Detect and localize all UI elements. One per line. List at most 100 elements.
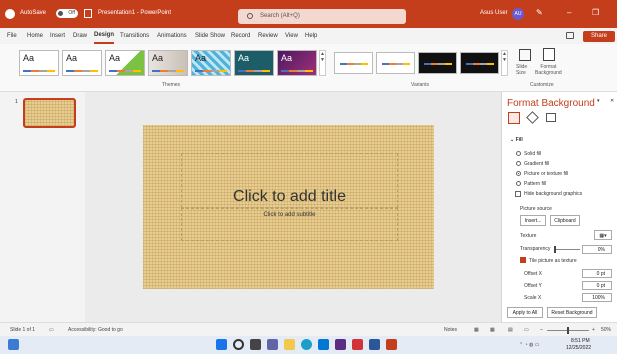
variants-more-button[interactable]: ▲ ▼ (501, 50, 508, 76)
pattern-fill-label[interactable]: Pattern fill (524, 181, 546, 187)
tab-home[interactable]: Home (27, 28, 43, 44)
tab-record[interactable]: Record (231, 28, 250, 44)
fill-section-header[interactable]: ⌄ Fill (510, 137, 523, 143)
search-input[interactable]: Search (Alt+Q) (238, 9, 406, 24)
reading-view-icon[interactable]: ▤ (508, 323, 513, 337)
clock-time[interactable]: 8:51 PM (571, 338, 590, 344)
offset-x-input[interactable]: 0 pt (582, 269, 612, 278)
slide-size-button[interactable]: Slide Size (516, 64, 527, 76)
title-placeholder[interactable]: Click to add title (181, 153, 398, 208)
picture-texture-fill-label[interactable]: Picture or texture fill (524, 171, 568, 177)
store-icon[interactable] (318, 339, 329, 350)
spellcheck-icon[interactable]: ▭ (49, 323, 54, 337)
zoom-in-button[interactable]: + (592, 323, 595, 337)
tab-insert[interactable]: Insert (50, 28, 65, 44)
offset-y-input[interactable]: 0 pt (582, 281, 612, 290)
share-button[interactable]: Share (583, 31, 615, 42)
solid-fill-radio[interactable] (516, 151, 521, 156)
gradient-fill-label[interactable]: Gradient fill (524, 161, 549, 167)
tab-view[interactable]: View (285, 28, 298, 44)
notes-button[interactable]: Notes (444, 323, 457, 337)
transparency-slider-thumb[interactable] (554, 246, 556, 253)
scale-x-input[interactable]: 100% (582, 293, 612, 302)
pane-title: Format Background (507, 98, 595, 109)
tab-design[interactable]: Design (94, 29, 115, 44)
subtitle-placeholder[interactable]: Click to add subtitle (181, 208, 398, 241)
comments-icon[interactable] (566, 32, 574, 39)
restore-icon[interactable]: ❐ (592, 8, 599, 17)
task-view-icon[interactable] (250, 339, 261, 350)
slideshow-icon[interactable]: ▭ (524, 323, 529, 337)
insert-picture-button[interactable]: Insert... (520, 215, 546, 226)
zoom-slider-thumb[interactable] (567, 327, 569, 334)
avatar[interactable]: AU (512, 8, 524, 20)
zoom-level[interactable]: 50% (601, 323, 611, 337)
tab-review[interactable]: Review (258, 28, 278, 44)
file-explorer-icon[interactable] (284, 339, 295, 350)
variant-2[interactable] (376, 52, 415, 74)
save-icon[interactable] (84, 9, 92, 18)
zoom-out-button[interactable]: – (540, 323, 543, 337)
tab-file[interactable]: File (7, 28, 17, 44)
picture-texture-fill-radio[interactable] (516, 171, 521, 176)
hide-bg-graphics-label[interactable]: Hide background graphics (524, 191, 582, 197)
texture-picker[interactable]: ▦▾ (594, 230, 612, 240)
app2-icon[interactable] (369, 339, 380, 350)
variant-3[interactable] (418, 52, 457, 74)
search-icon (247, 13, 253, 19)
pane-options-icon[interactable]: ▾ (597, 98, 600, 104)
slide-size-icon[interactable] (519, 49, 531, 61)
gradient-fill-radio[interactable] (516, 161, 521, 166)
tab-slide-show[interactable]: Slide Show (195, 28, 225, 44)
clock-date[interactable]: 12/25/2022 (566, 345, 591, 351)
effects-tab-icon[interactable] (526, 111, 539, 124)
theme-office[interactable]: Aa (19, 50, 59, 76)
format-background-button[interactable]: Format Background (535, 64, 562, 76)
minimize-icon[interactable]: – (567, 8, 571, 17)
tile-picture-label[interactable]: Tile picture as texture (529, 258, 577, 264)
reset-background-button[interactable]: Reset Background (547, 307, 597, 318)
tile-picture-checkbox[interactable] (520, 257, 526, 263)
pen-icon[interactable]: ✎ (536, 8, 543, 17)
tab-draw[interactable]: Draw (73, 28, 87, 44)
tab-animations[interactable]: Animations (157, 28, 187, 44)
start-icon[interactable] (216, 339, 227, 350)
tab-help[interactable]: Help (305, 28, 317, 44)
mail-icon[interactable] (352, 339, 363, 350)
clipboard-button[interactable]: Clipboard (550, 215, 580, 226)
theme-7[interactable]: Aa (277, 50, 317, 76)
system-tray-icons[interactable]: ⌃ ◔ ◍ ▭ (519, 338, 539, 352)
picture-tab-icon[interactable] (546, 113, 556, 122)
texture-label: Texture (520, 233, 537, 239)
slide-sorter-icon[interactable]: ▦ (490, 323, 495, 337)
theme-3[interactable]: Aa (105, 50, 145, 76)
tab-transitions[interactable]: Transitions (120, 28, 149, 44)
autosave-toggle[interactable]: Off (56, 9, 78, 18)
user-name[interactable]: Asus User (480, 10, 508, 16)
themes-more-button[interactable]: ▲ ▼ (319, 50, 326, 76)
chat-icon[interactable] (267, 339, 278, 350)
hide-bg-graphics-checkbox[interactable] (515, 191, 521, 197)
theme-4[interactable]: Aa (148, 50, 188, 76)
normal-view-icon[interactable]: ▦ (474, 323, 479, 337)
solid-fill-label[interactable]: Solid fill (524, 151, 541, 157)
app-icon[interactable] (335, 339, 346, 350)
transparency-input[interactable]: 0% (582, 245, 612, 254)
variant-1[interactable] (334, 52, 373, 74)
widgets-icon[interactable] (8, 339, 19, 350)
slide-thumbnail[interactable] (23, 98, 76, 128)
theme-2[interactable]: Aa (62, 50, 102, 76)
pattern-fill-radio[interactable] (516, 181, 521, 186)
powerpoint-taskbar-icon[interactable] (386, 339, 397, 350)
accessibility-status[interactable]: Accessibility: Good to go (68, 323, 123, 337)
apply-to-all-button[interactable]: Apply to All (507, 307, 543, 318)
format-background-icon[interactable] (543, 48, 555, 61)
search-taskbar-icon[interactable] (233, 339, 244, 350)
edge-icon[interactable] (301, 339, 312, 350)
transparency-slider[interactable] (554, 249, 580, 250)
close-icon[interactable]: ✕ (610, 98, 614, 104)
theme-5[interactable]: Aa (191, 50, 231, 76)
fill-tab-icon[interactable] (508, 112, 520, 124)
variant-4[interactable] (460, 52, 499, 74)
theme-6[interactable]: Aa (234, 50, 274, 76)
